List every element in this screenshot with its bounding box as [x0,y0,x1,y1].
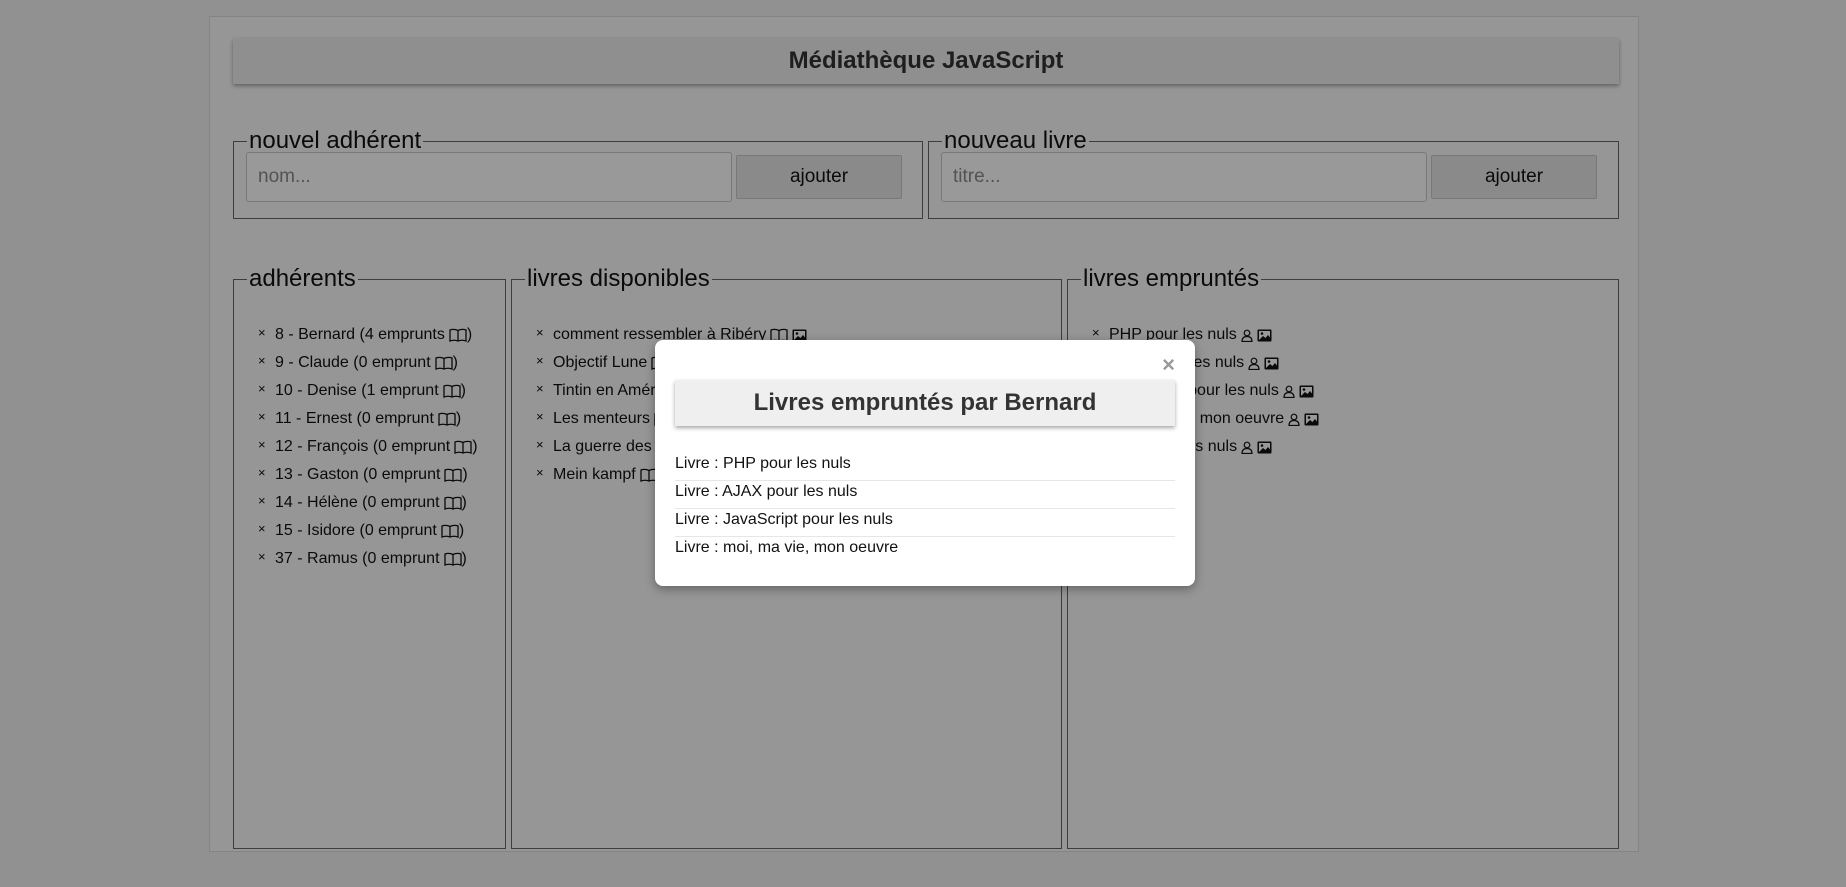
borrowed-books-modal: × Livres empruntés par Bernard Livre : P… [655,340,1195,586]
modal-close-button[interactable]: × [1162,352,1175,378]
modal-book-list: Livre : PHP pour les nuls Livre : AJAX po… [675,453,1175,565]
modal-book-item: Livre : JavaScript pour les nuls [675,509,1175,537]
modal-book-item: Livre : moi, ma vie, mon oeuvre [675,539,899,556]
modal-book-item: Livre : PHP pour les nuls [675,453,1175,481]
modal-title: Livres empruntés par Bernard [675,380,1175,426]
modal-book-item: Livre : AJAX pour les nuls [675,481,1175,509]
